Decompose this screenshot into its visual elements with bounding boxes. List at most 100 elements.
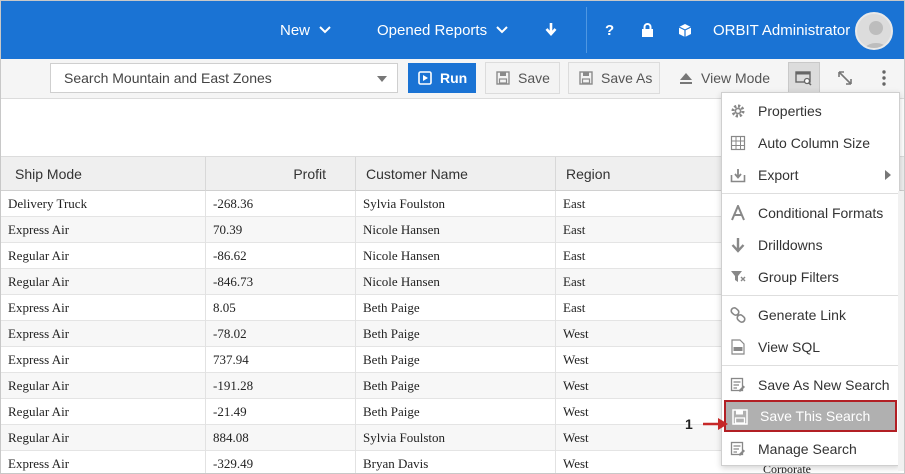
menu-item-label: Save As New Search: [758, 377, 890, 393]
table-cell: Sylvia Foulston: [356, 191, 556, 217]
table-cell: Delivery Truck: [1, 191, 206, 217]
menu-item-save-as-new-search[interactable]: Save As New Search: [722, 370, 899, 400]
table-cell: 884.08: [206, 425, 356, 451]
menu-item-view-sql[interactable]: View SQL: [722, 332, 899, 362]
expand-icon: [838, 71, 852, 85]
manage-search-icon: [730, 441, 745, 456]
table-cell: Beth Paige: [356, 321, 556, 347]
callout-number: 1: [685, 416, 693, 432]
menu-item-label: Properties: [758, 103, 822, 119]
user-avatar-icon: [864, 21, 888, 48]
kebab-menu-icon: [882, 70, 886, 86]
save-as-label: Save As: [601, 70, 653, 86]
play-icon: [418, 71, 432, 85]
menu-item-label: Generate Link: [758, 307, 846, 323]
link-icon: [730, 307, 746, 323]
table-cell: Express Air: [1, 321, 206, 347]
table-cell: Bryan Davis: [356, 451, 556, 473]
grid-icon: [730, 135, 746, 151]
column-header-ship-mode[interactable]: Ship Mode: [1, 157, 206, 191]
arrow-down-icon: [731, 238, 745, 253]
more-options-menu: Properties Auto Column Size Export Condi…: [721, 92, 900, 466]
table-cell: Express Air: [1, 451, 206, 473]
table-cell: Nicole Hansen: [356, 217, 556, 243]
more-options-button[interactable]: [868, 62, 900, 94]
save-icon: [732, 409, 748, 425]
saved-search-select[interactable]: Search Mountain and East Zones: [50, 63, 398, 93]
column-header-customer-name[interactable]: Customer Name: [356, 157, 556, 191]
menu-item-label: Save This Search: [760, 408, 871, 424]
menu-item-manage-search[interactable]: Manage Search: [722, 434, 899, 464]
menu-item-drilldowns[interactable]: Drilldowns: [722, 230, 899, 260]
table-cell: Beth Paige: [356, 399, 556, 425]
table-cell: -86.62: [206, 243, 356, 269]
menu-item-save-this-search[interactable]: Save This Search: [724, 400, 897, 432]
menu-divider: [722, 193, 899, 194]
window-search-icon: [795, 71, 812, 86]
avatar[interactable]: [855, 12, 893, 50]
column-header-profit[interactable]: Profit: [206, 157, 356, 191]
table-cell: 8.05: [206, 295, 356, 321]
table-cell: -846.73: [206, 269, 356, 295]
menu-item-label: Auto Column Size: [758, 135, 871, 151]
menu-item-auto-column-size[interactable]: Auto Column Size: [722, 128, 899, 158]
table-cell: 737.94: [206, 347, 356, 373]
menu-divider: [722, 365, 899, 366]
sql-icon: [731, 339, 745, 355]
menu-item-label: Drilldowns: [758, 237, 823, 253]
menu-item-export[interactable]: Export: [722, 160, 899, 190]
table-cell: Beth Paige: [356, 295, 556, 321]
expand-button[interactable]: [829, 62, 861, 94]
new-menu-label: New: [280, 21, 311, 39]
search-options-button[interactable]: [788, 62, 820, 94]
table-cell: Regular Air: [1, 425, 206, 451]
table-cell: Beth Paige: [356, 347, 556, 373]
run-label: Run: [440, 70, 468, 86]
help-button[interactable]: ?: [605, 1, 614, 59]
chevron-down-icon: [319, 26, 331, 34]
table-cell: Regular Air: [1, 269, 206, 295]
chevron-down-icon: [496, 26, 508, 34]
view-mode-button[interactable]: View Mode: [668, 62, 778, 94]
menu-item-label: Export: [758, 167, 799, 183]
lock-icon: [642, 22, 653, 37]
save-label: Save: [518, 70, 550, 86]
download-button[interactable]: [545, 1, 557, 59]
table-cell: Express Air: [1, 217, 206, 243]
menu-item-conditional-formats[interactable]: Conditional Formats: [722, 198, 899, 228]
cube-button[interactable]: [678, 1, 692, 59]
table-cell: -21.49: [206, 399, 356, 425]
table-cell: 70.39: [206, 217, 356, 243]
menu-item-properties[interactable]: Properties: [722, 96, 899, 126]
column-header-label: Ship Mode: [15, 165, 82, 182]
download-arrow-icon: [545, 23, 557, 36]
opened-reports-label: Opened Reports: [377, 21, 488, 39]
menu-item-label: Group Filters: [758, 269, 839, 285]
view-mode-label: View Mode: [701, 70, 771, 86]
table-cell: -78.02: [206, 321, 356, 347]
table-cell: -268.36: [206, 191, 356, 217]
callout-arrow-icon: [703, 418, 728, 430]
menu-item-group-filters[interactable]: Group Filters: [722, 262, 899, 292]
saved-search-value: Search Mountain and East Zones: [64, 70, 272, 86]
vertical-scrollbar[interactable]: [898, 191, 904, 471]
save-button[interactable]: Save: [485, 62, 560, 94]
column-header-label: Customer Name: [366, 165, 468, 182]
save-as-new-icon: [730, 377, 745, 392]
opened-reports-menu[interactable]: Opened Reports: [377, 1, 509, 59]
menu-item-generate-link[interactable]: Generate Link: [722, 300, 899, 330]
table-cell: Beth Paige: [356, 373, 556, 399]
run-button[interactable]: Run: [408, 63, 476, 93]
topbar-divider: [586, 7, 587, 53]
table-cell: -329.49: [206, 451, 356, 473]
new-menu[interactable]: New: [280, 1, 332, 59]
table-cell: Express Air: [1, 295, 206, 321]
format-icon: [731, 205, 745, 221]
lock-button[interactable]: [641, 1, 654, 59]
eject-icon: [680, 72, 692, 84]
table-cell: Regular Air: [1, 373, 206, 399]
user-name[interactable]: ORBIT Administrator: [713, 1, 850, 59]
column-header-label: Profit: [293, 165, 326, 182]
save-as-button[interactable]: Save As: [568, 62, 660, 94]
export-icon: [730, 169, 746, 183]
